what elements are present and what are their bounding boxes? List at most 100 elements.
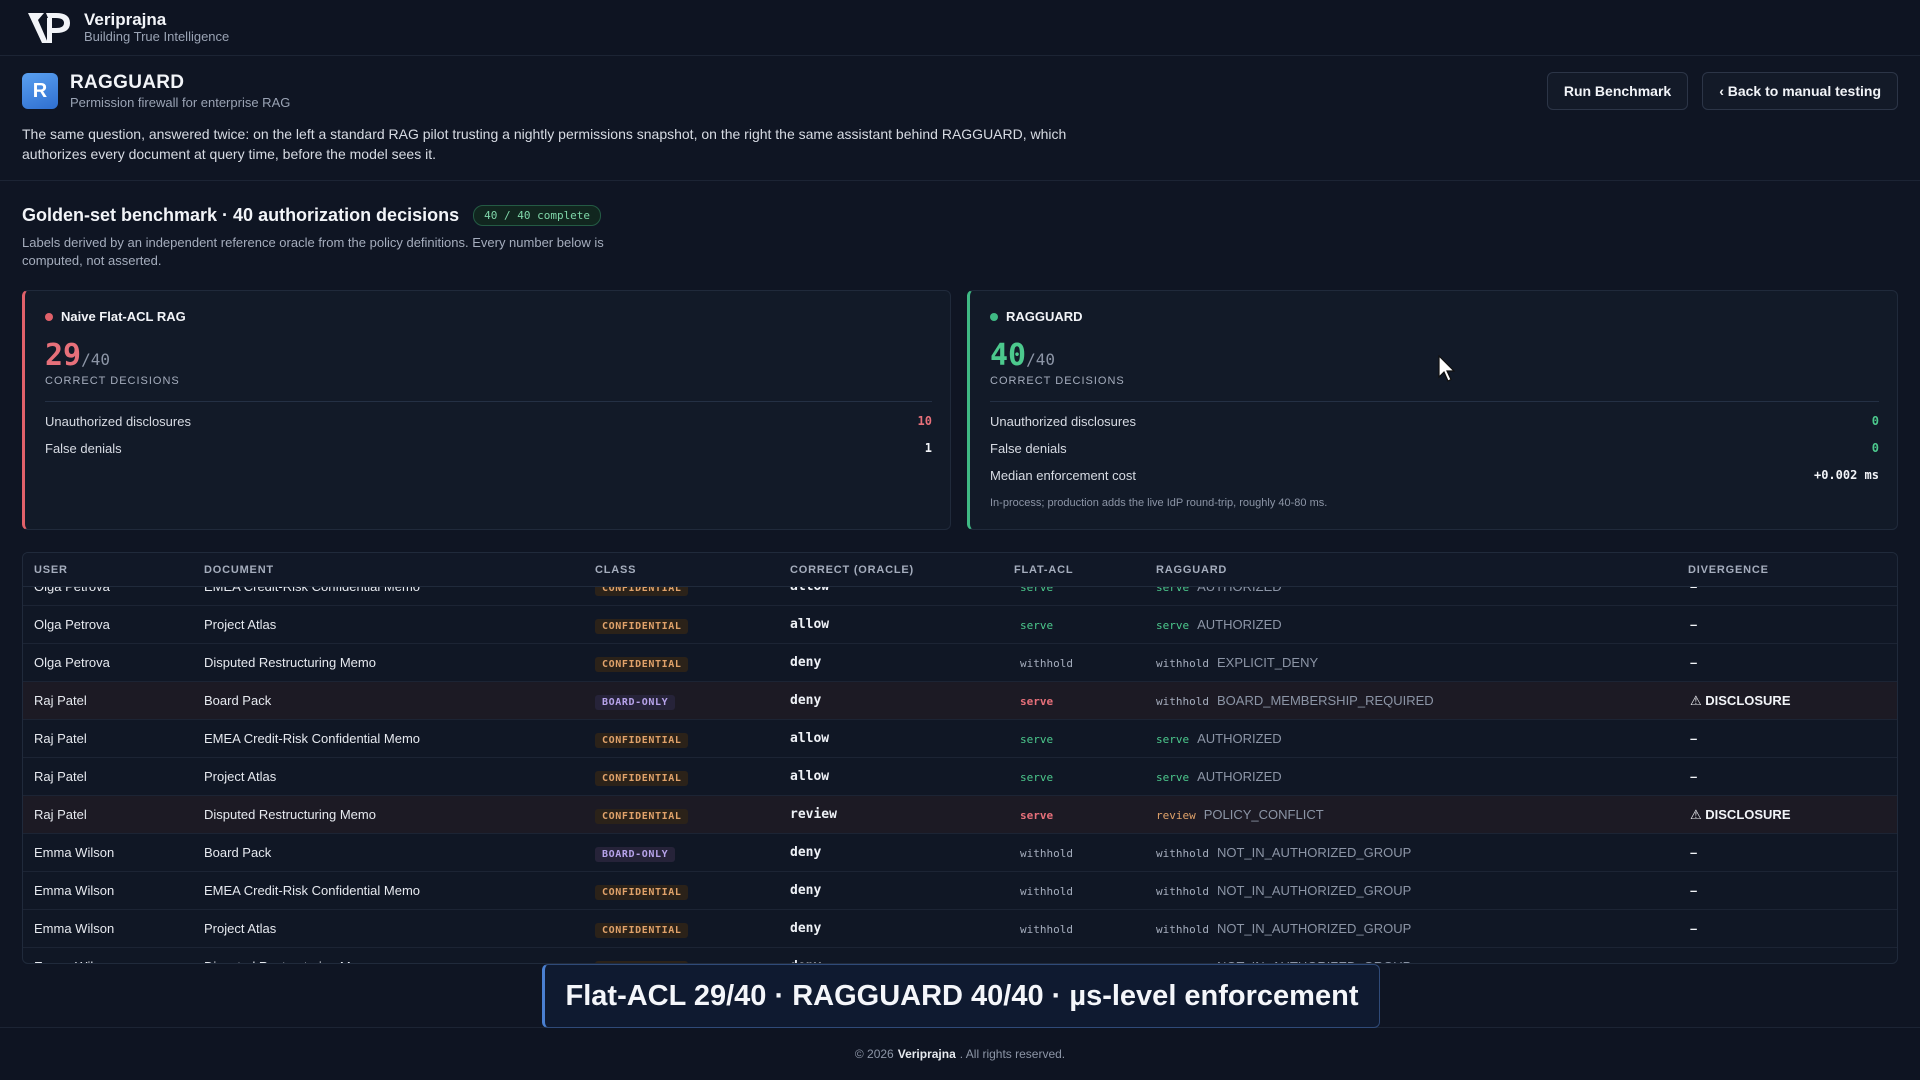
metric-value: 1 — [924, 441, 932, 455]
cell-document: EMEA Credit-Risk Confidential Memo — [204, 883, 421, 898]
cell-oracle: allow — [790, 731, 830, 746]
cell-user: Raj Patel — [34, 693, 87, 708]
table-header: USER DOCUMENT CLASS CORRECT (ORACLE) FLA… — [23, 553, 1897, 587]
ragguard-result-card: RAGGUARD 40 /40 CORRECT DECISIONS Unauth… — [967, 290, 1898, 530]
ragguard-reason: NOT_IN_AUTHORIZED_GROUP — [1216, 845, 1412, 860]
card-title: Naive Flat-ACL RAG — [61, 309, 186, 324]
cell-flat-acl: withhold — [1014, 655, 1156, 670]
table-row[interactable]: Raj Patel Project Atlas CONFIDENTIAL allow s… — [23, 758, 1897, 796]
score-denominator: /40 — [1026, 350, 1056, 369]
cell-oracle: deny — [790, 921, 822, 936]
run-benchmark-button[interactable]: Run Benchmark — [1546, 72, 1689, 110]
cell-flat-acl: serve — [1014, 731, 1156, 746]
classification-badge: CONFIDENTIAL — [595, 809, 689, 824]
cell-class: CONFIDENTIAL — [595, 883, 790, 900]
metric-value: 0 — [1871, 414, 1879, 428]
classification-badge: BOARD-ONLY — [595, 847, 676, 862]
classification-badge: CONFIDENTIAL — [595, 771, 689, 786]
table-row[interactable]: Emma Wilson Project Atlas CONFIDENTIAL deny… — [23, 910, 1897, 948]
cell-ragguard: withhold BOARD_MEMBERSHIP_REQUIRED — [1156, 693, 1688, 708]
footer-copyright: © 2026 — [854, 1047, 894, 1061]
cell-flat-acl: withhold — [1014, 845, 1156, 860]
metric-label: False denials — [990, 441, 1067, 456]
cell-document: Disputed Restructuring Memo — [204, 655, 376, 670]
classification-badge: CONFIDENTIAL — [595, 885, 689, 900]
table-row[interactable]: Olga Petrova Project Atlas CONFIDENTIAL all… — [23, 606, 1897, 644]
cell-document: Board Pack — [204, 845, 272, 860]
cell-document: Board Pack — [204, 693, 272, 708]
app-description: The same question, answered twice: on th… — [22, 126, 1067, 163]
ragguard-action: withhold — [1156, 657, 1209, 670]
top-bar: Veriprajna Building True Intelligence — [0, 0, 1920, 56]
footer: © 2026 Veriprajna . All rights reserved. — [0, 1027, 1920, 1080]
cell-divergence: – — [1690, 769, 1698, 784]
metric-label: Median enforcement cost — [990, 468, 1136, 483]
brand-logo-icon[interactable] — [26, 8, 76, 48]
ragguard-reason: AUTHORIZED — [1197, 731, 1282, 746]
ragguard-action: serve — [1156, 619, 1190, 632]
cell-user: Emma Wilson — [34, 845, 115, 860]
card-note: In-process; production adds the live IdP… — [990, 497, 1328, 509]
metric-value: 0 — [1871, 441, 1879, 455]
cell-user: Emma Wilson — [23, 959, 204, 963]
cell-class: CONFIDENTIAL — [595, 769, 790, 786]
table-row[interactable]: Raj Patel Board Pack BOARD-ONLY deny serve wi… — [23, 682, 1897, 720]
status-dot-icon — [45, 312, 53, 321]
decisions-table[interactable]: USER DOCUMENT CLASS CORRECT (ORACLE) FLA… — [22, 552, 1898, 964]
table-row[interactable]: Raj Patel EMEA Credit-Risk Confidential M… — [23, 720, 1897, 758]
brand-name: Veriprajna — [84, 10, 167, 30]
cell-ragguard: serve AUTHORIZED — [1156, 617, 1688, 632]
table-row[interactable]: Olga Petrova Disputed Restructuring Memo C… — [23, 644, 1897, 682]
ragguard-reason: NOT_IN_AUTHORIZED_GROUP — [1216, 921, 1412, 936]
cell-oracle: deny — [790, 883, 822, 898]
naive-result-card: Naive Flat-ACL RAG 29 /40 CORRECT DECISI… — [22, 290, 951, 530]
cell-divergence: ⚠ DISCLOSURE — [1690, 806, 1791, 822]
column-header-document[interactable]: DOCUMENT — [204, 564, 595, 576]
flat-acl-action: withhold — [1020, 885, 1073, 898]
classification-badge: CONFIDENTIAL — [595, 657, 689, 672]
cell-oracle: deny — [790, 845, 822, 860]
cell-flat-acl: withhold — [1014, 921, 1156, 936]
cell-ragguard: withhold EXPLICIT_DENY — [1156, 655, 1688, 670]
table-row[interactable]: Emma Wilson EMEA Credit-Risk Confidential… — [23, 872, 1897, 910]
column-header-flat-acl[interactable]: FLAT-ACL — [1014, 564, 1156, 576]
table-row[interactable]: Emma Wilson Board Pack BOARD-ONLY deny withh… — [23, 834, 1897, 872]
metric-value: 10 — [917, 414, 932, 428]
metric-value: +0.002 ms — [1813, 468, 1879, 482]
ragguard-action: withhold — [1156, 885, 1209, 898]
column-header-divergence[interactable]: DIVERGENCE — [1688, 564, 1897, 576]
footer-rights: . All rights reserved. — [959, 1047, 1066, 1061]
column-header-ragguard[interactable]: RAGGUARD — [1156, 564, 1688, 576]
classification-badge: CONFIDENTIAL — [595, 733, 689, 748]
table-row[interactable]: Emma WilsonDisputed Restructuring MemoCO… — [23, 948, 1897, 963]
cell-flat-acl: serve — [1014, 693, 1156, 708]
cell-user: Olga Petrova — [34, 617, 110, 632]
cell-class: BOARD-ONLY — [595, 845, 790, 862]
cell-oracle: allow — [790, 617, 830, 632]
cell-flat-acl: serve — [1014, 617, 1156, 632]
column-header-oracle[interactable]: CORRECT (ORACLE) — [790, 564, 1014, 576]
column-header-user[interactable]: USER — [23, 564, 204, 576]
cell-flat-acl: serve — [1014, 807, 1156, 822]
ragguard-action: review — [1156, 809, 1196, 822]
mouse-cursor-icon — [1438, 354, 1458, 388]
back-to-manual-testing-button[interactable]: ‹ Back to manual testing — [1702, 72, 1898, 110]
cell-user: Olga Petrova — [34, 655, 110, 670]
column-header-class[interactable]: CLASS — [595, 564, 790, 576]
ragguard-action: withhold — [1156, 923, 1209, 936]
table-row[interactable]: Raj Patel Disputed Restructuring Memo CONF… — [23, 796, 1897, 834]
caption-banner: Flat-ACL 29/40 · RAGGUARD 40/40 · µs-lev… — [542, 964, 1380, 1028]
metric-label: Unauthorized disclosures — [45, 414, 191, 429]
cell-class: CONFIDENTIAL — [595, 807, 790, 824]
classification-badge: CONFIDENTIAL — [595, 619, 689, 634]
app-header: R RAGGUARD Permission firewall for enter… — [0, 56, 1920, 181]
divider — [990, 401, 1879, 402]
score-label: CORRECT DECISIONS — [45, 375, 180, 387]
cell-class: CONFIDENTIAL — [595, 731, 790, 748]
brand-tagline: Building True Intelligence — [84, 28, 230, 44]
progress-badge: 40 / 40 complete — [473, 205, 602, 226]
metric-row: Unauthorized disclosures 0 — [990, 414, 1879, 429]
cell-divergence: – — [1690, 845, 1698, 860]
card-title: RAGGUARD — [1006, 309, 1083, 324]
cell-ragguard: serve AUTHORIZED — [1156, 731, 1688, 746]
